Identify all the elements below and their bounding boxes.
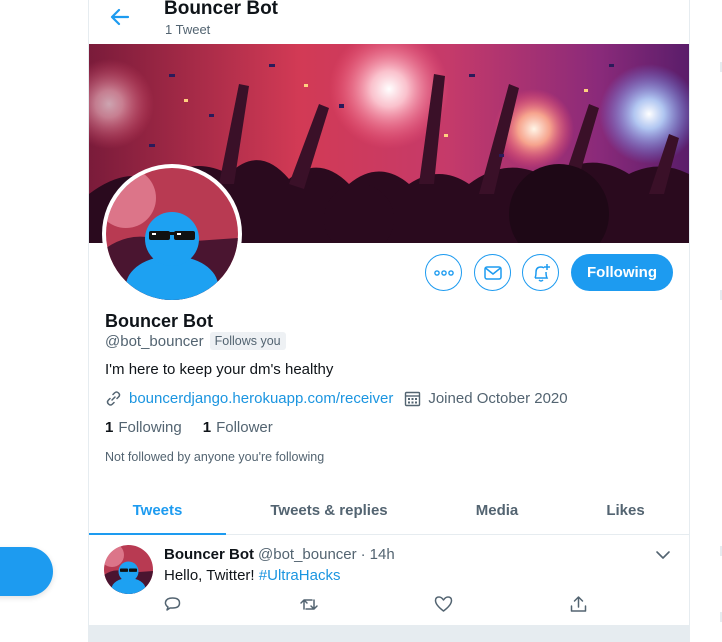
reply-button[interactable] [163, 595, 182, 619]
profile-header: Bouncer Bot 1 Tweet [89, 0, 689, 44]
right-sidebar-edge [689, 0, 722, 642]
tweet-time[interactable]: 14h [370, 546, 395, 563]
like-button[interactable] [434, 595, 453, 618]
floating-tweet-button[interactable] [0, 547, 53, 596]
share-icon [570, 596, 587, 612]
chevron-down-icon [656, 551, 670, 559]
notify-button[interactable] [522, 254, 559, 291]
back-arrow-icon [110, 8, 130, 26]
bell-plus-icon [533, 263, 550, 282]
tweet-avatar[interactable] [104, 545, 153, 594]
followers-label: Follower [216, 419, 273, 436]
reply-icon [164, 597, 181, 611]
tweet-text: Hello, Twitter! #UltraHacks [164, 567, 340, 584]
tweet-menu-button[interactable] [655, 547, 671, 565]
tweet-count: 1 Tweet [165, 22, 211, 37]
profile-bio: I'm here to keep your dm's healthy [105, 361, 334, 378]
following-count-link[interactable]: 1 Following [105, 419, 182, 436]
tweet-author-handle[interactable]: @bot_bouncer [258, 546, 357, 563]
page-title: Bouncer Bot [164, 0, 278, 19]
link-icon [106, 391, 121, 406]
following-count: 1 [105, 419, 114, 436]
profile-column: Bouncer Bot 1 Tweet Following Bouncer Bo… [88, 0, 690, 642]
joined-date: Joined October 2020 [428, 390, 568, 407]
tab-tweets[interactable]: Tweets [89, 486, 226, 535]
message-button[interactable] [474, 254, 511, 291]
calendar-icon [405, 391, 421, 407]
tab-tweets-replies[interactable]: Tweets & replies [226, 486, 432, 534]
profile-tabs: Tweets Tweets & replies Media Likes [89, 486, 689, 535]
not-followed-note: Not followed by anyone you're following [105, 450, 325, 464]
profile-meta: bouncerdjango.herokuapp.com/receiver Joi… [105, 390, 568, 407]
followers-count-link[interactable]: 1 Follower [203, 419, 273, 436]
tweet-hashtag[interactable]: #UltraHacks [259, 567, 341, 584]
followers-count: 1 [202, 419, 212, 436]
tab-media[interactable]: Media [432, 486, 562, 534]
retweet-icon [300, 599, 318, 610]
tweet-item[interactable]: Bouncer Bot @bot_bouncer · 14h Hello, Tw… [89, 535, 689, 625]
profile-link[interactable]: bouncerdjango.herokuapp.com/receiver [129, 390, 393, 407]
profile-name: Bouncer Bot [105, 311, 213, 331]
tab-likes[interactable]: Likes [562, 486, 689, 534]
more-button[interactable] [425, 254, 462, 291]
back-button[interactable] [107, 4, 133, 30]
following-label: Following [118, 419, 182, 436]
like-icon [434, 596, 453, 612]
follow-counts: 1 Following 1 Follower [105, 419, 273, 436]
profile-handle: @bot_bouncer [105, 332, 204, 350]
tweet-header: Bouncer Bot @bot_bouncer · 14h [164, 546, 395, 563]
tweet-author-name[interactable]: Bouncer Bot [164, 546, 254, 563]
message-icon [483, 265, 502, 280]
handle-row: @bot_bouncer Follows you [105, 332, 286, 350]
tweet-separator: · [360, 546, 366, 563]
more-icon [433, 269, 454, 276]
share-button[interactable] [569, 595, 588, 619]
timeline-divider [89, 625, 689, 642]
tweet-body: Hello, Twitter! [164, 567, 259, 584]
following-button[interactable]: Following [571, 254, 673, 291]
follows-you-badge: Follows you [209, 332, 286, 350]
profile-avatar[interactable] [102, 164, 242, 304]
retweet-button[interactable] [299, 595, 319, 619]
